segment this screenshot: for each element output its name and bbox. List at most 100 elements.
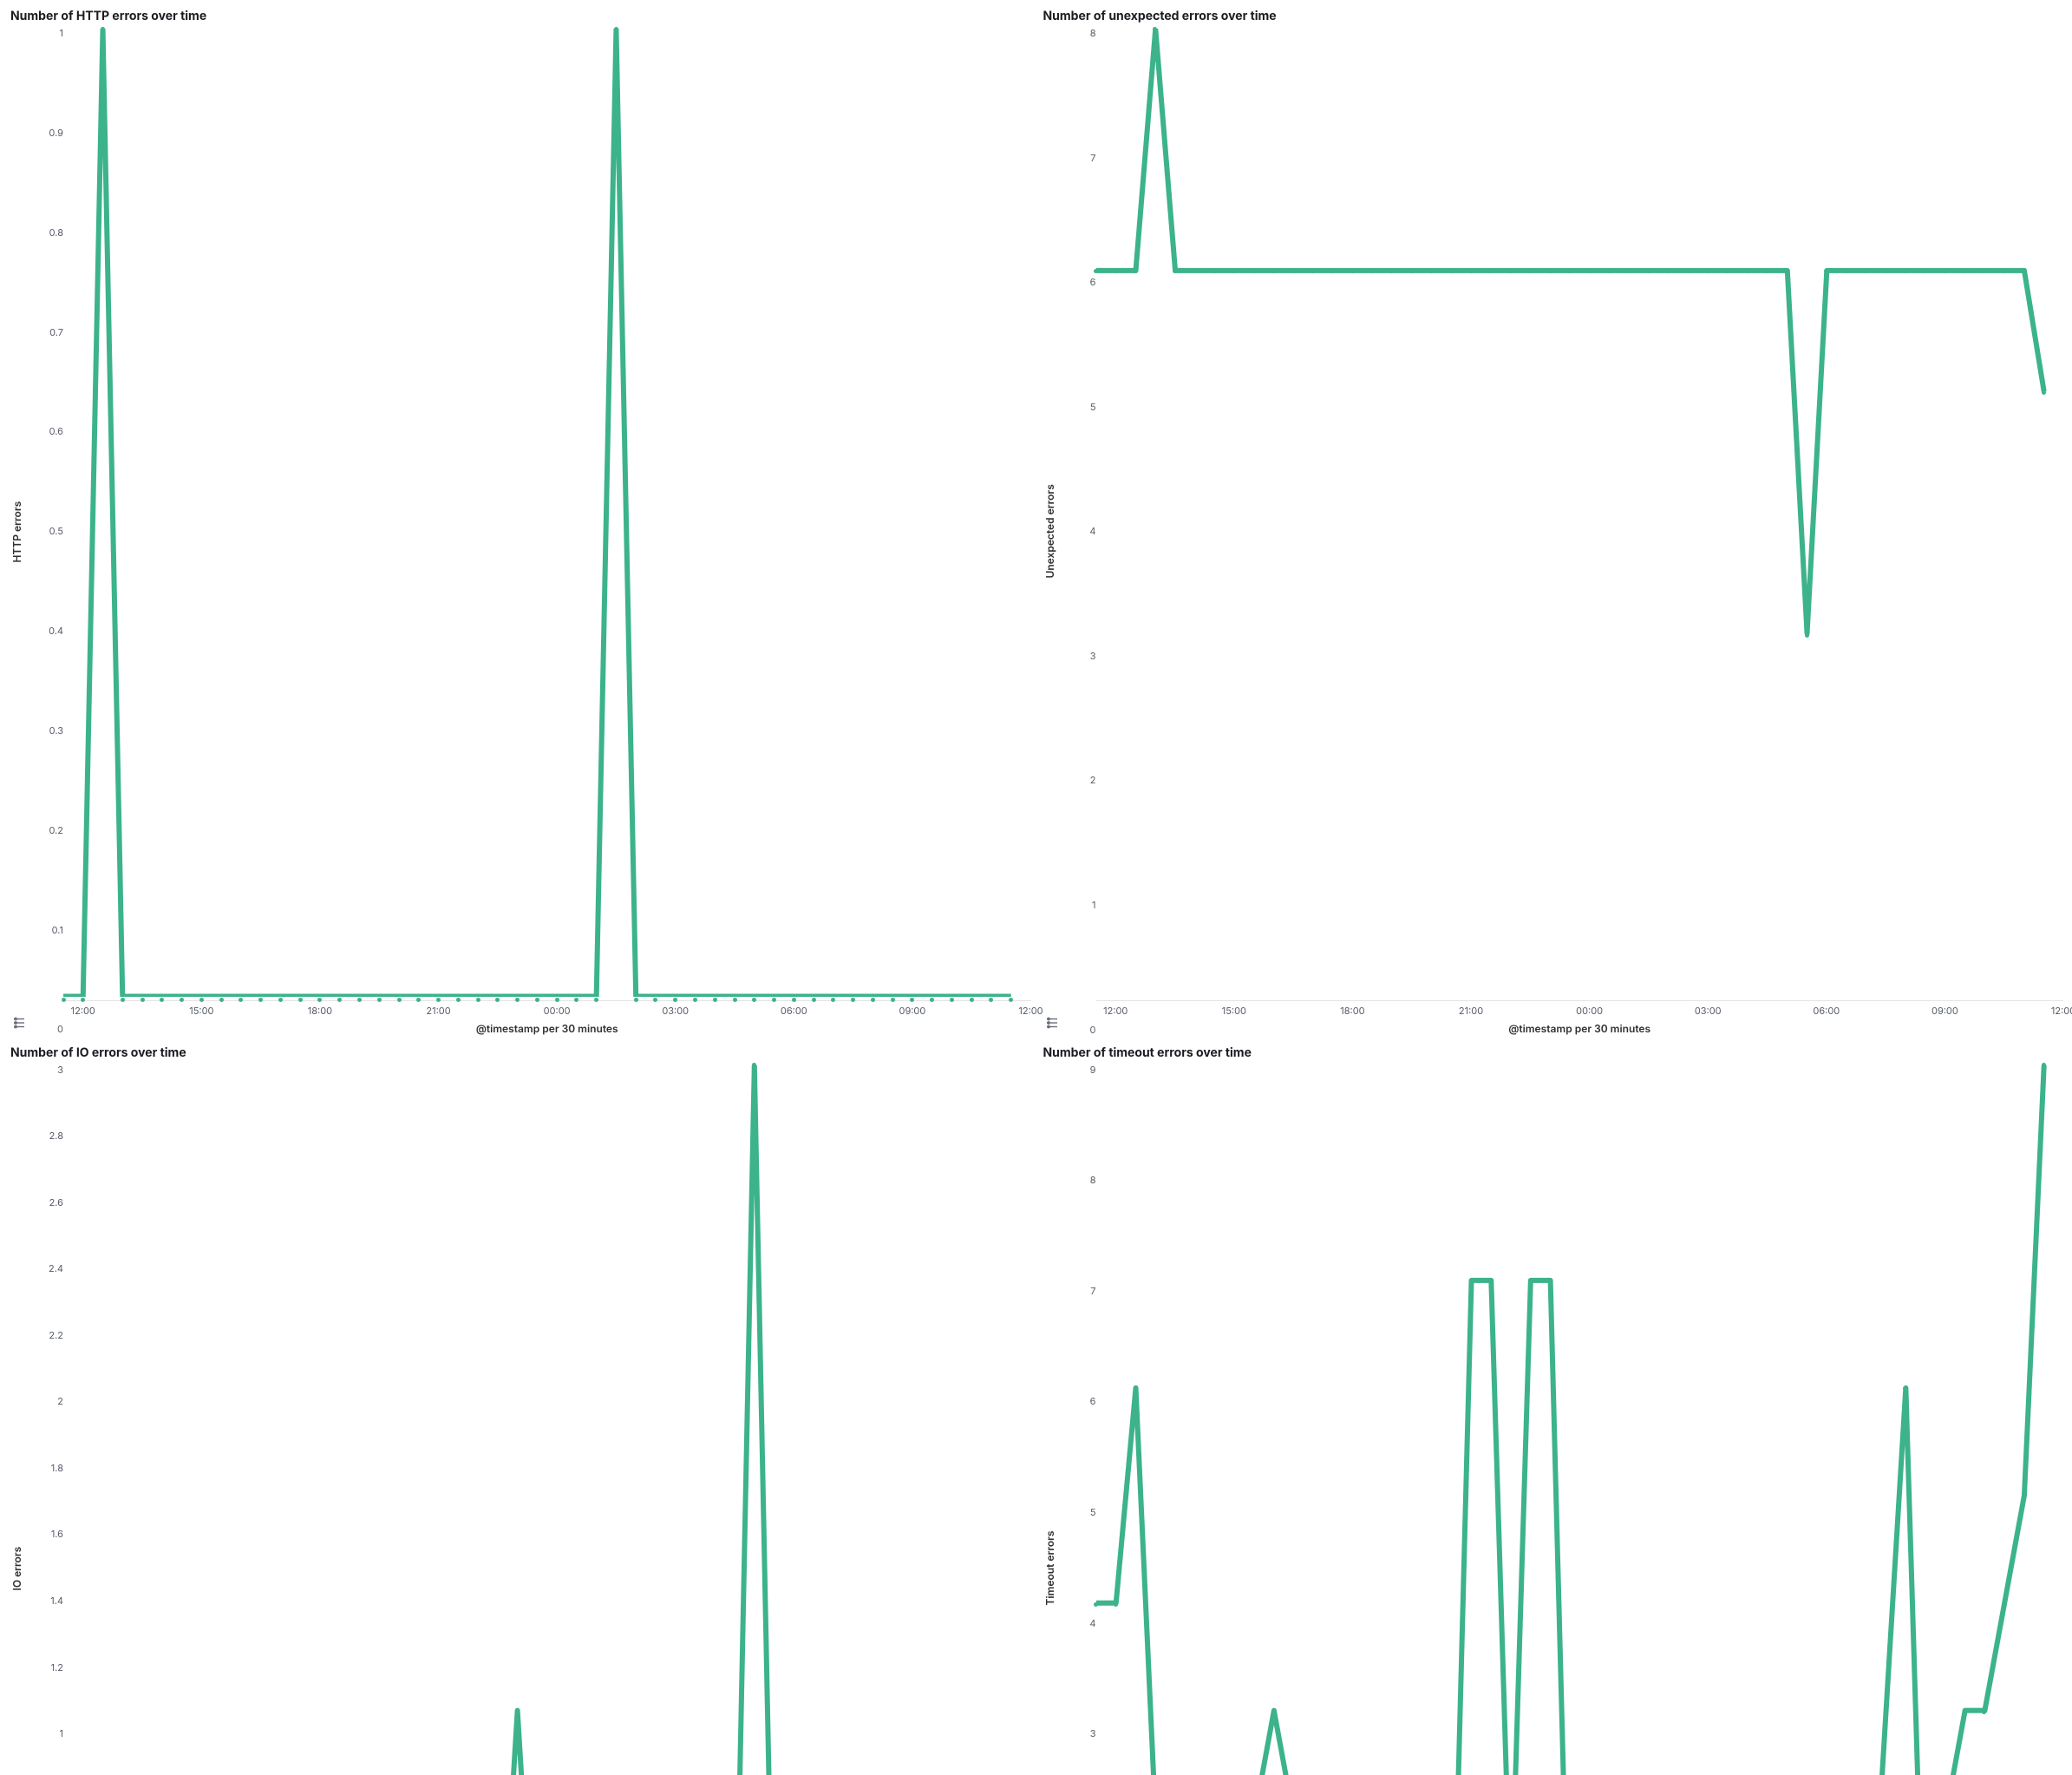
data-point[interactable] <box>2002 1602 2006 1607</box>
data-point[interactable] <box>1903 1386 1907 1391</box>
plot-area[interactable] <box>63 1065 1031 1775</box>
chart-panel-http: Number of HTTP errors over time HTTP erro… <box>9 9 1031 1035</box>
chart-area[interactable]: Unexpected errors87654321012:0015:0018:0… <box>1042 29 2064 1035</box>
x-tick-label: 12:00 <box>1018 1005 1043 1017</box>
data-point[interactable] <box>2042 1063 2046 1067</box>
data-point[interactable] <box>2002 269 2006 273</box>
data-point[interactable] <box>1646 269 1650 273</box>
data-point[interactable] <box>1449 269 1454 273</box>
panel-title: Number of HTTP errors over time <box>10 9 1031 23</box>
data-point[interactable] <box>1982 1710 1986 1714</box>
legend-toggle-icon[interactable] <box>1045 1016 1059 1033</box>
data-point[interactable] <box>1409 269 1414 273</box>
data-point[interactable] <box>1785 269 1789 273</box>
y-tick-label: 3 <box>49 1065 63 1075</box>
y-tick-label: 4 <box>1089 1619 1095 1628</box>
legend-toggle-icon[interactable] <box>12 1016 26 1033</box>
data-point[interactable] <box>1311 269 1315 273</box>
data-point[interactable] <box>1943 269 1947 273</box>
data-point[interactable] <box>1508 269 1513 273</box>
data-point[interactable] <box>2022 269 2026 273</box>
y-tick-label: 0 <box>1089 1025 1095 1035</box>
data-point[interactable] <box>1982 269 1986 273</box>
data-point[interactable] <box>1805 633 1809 638</box>
data-point[interactable] <box>2042 390 2046 395</box>
data-point[interactable] <box>515 1710 520 1714</box>
chart-panel-unexpected: Number of unexpected errors over timeUne… <box>1042 9 2064 1035</box>
data-point[interactable] <box>1923 269 1927 273</box>
data-point[interactable] <box>1587 269 1592 273</box>
data-point[interactable] <box>1134 269 1138 273</box>
plot-area[interactable] <box>63 29 1031 1001</box>
data-point[interactable] <box>1963 1710 1967 1714</box>
data-point[interactable] <box>1193 269 1197 273</box>
y-tick-label: 6 <box>1089 1397 1095 1406</box>
data-point[interactable] <box>1884 269 1888 273</box>
data-point[interactable] <box>1765 269 1769 273</box>
plot-area[interactable] <box>1096 1065 2064 1775</box>
panel-title: Number of timeout errors over time <box>1043 1045 2064 1060</box>
data-point[interactable] <box>1114 269 1118 273</box>
data-point[interactable] <box>614 27 618 31</box>
data-point[interactable] <box>1666 269 1670 273</box>
data-point[interactable] <box>1745 269 1749 273</box>
data-point[interactable] <box>1903 269 1907 273</box>
data-point[interactable] <box>1330 269 1335 273</box>
x-axis-label: @timestamp per 30 minutes <box>63 1022 1031 1035</box>
x-tick-label: 15:00 <box>1222 1005 1246 1017</box>
data-point[interactable] <box>1370 269 1375 273</box>
data-point[interactable] <box>1291 269 1296 273</box>
data-point[interactable] <box>1271 269 1276 273</box>
data-point[interactable] <box>1252 269 1256 273</box>
data-point[interactable] <box>1824 269 1828 273</box>
data-point[interactable] <box>101 27 105 31</box>
x-tick-label: 18:00 <box>308 1005 332 1017</box>
data-point[interactable] <box>1094 1602 1098 1607</box>
data-point[interactable] <box>1429 269 1434 273</box>
data-point[interactable] <box>1271 1710 1276 1714</box>
x-tick-label: 18:00 <box>1340 1005 1364 1017</box>
y-axis-label: Unexpected errors <box>1042 29 1058 1035</box>
y-tick-label: 8 <box>1089 29 1095 38</box>
data-point[interactable] <box>1627 269 1631 273</box>
data-point[interactable] <box>1114 1602 1118 1607</box>
data-point[interactable] <box>1153 27 1157 31</box>
data-point[interactable] <box>1706 269 1710 273</box>
y-axis-label: HTTP errors <box>9 29 25 1035</box>
data-point[interactable] <box>1567 269 1572 273</box>
data-point[interactable] <box>1548 269 1552 273</box>
data-point[interactable] <box>1212 269 1217 273</box>
data-point[interactable] <box>1844 269 1848 273</box>
data-point[interactable] <box>1686 269 1690 273</box>
data-point[interactable] <box>1963 269 1967 273</box>
data-point[interactable] <box>1488 1279 1493 1283</box>
data-point[interactable] <box>1607 269 1611 273</box>
data-point[interactable] <box>1864 269 1868 273</box>
data-point[interactable] <box>1469 1279 1474 1283</box>
data-point[interactable] <box>1725 269 1729 273</box>
chart-area[interactable]: IO errors32.82.62.42.221.81.61.41.210.80… <box>9 1065 1031 1775</box>
data-point[interactable] <box>1173 269 1177 273</box>
plot-area[interactable] <box>1096 29 2064 1001</box>
chart-area[interactable]: Timeout errors987654321012:0015:0018:002… <box>1042 1065 2064 1775</box>
data-point[interactable] <box>1350 269 1355 273</box>
y-tick-label: 2.4 <box>49 1264 63 1274</box>
data-point[interactable] <box>1134 1386 1138 1391</box>
x-tick-label: 06:00 <box>1813 1005 1840 1017</box>
chart-panel-io: Number of IO errors over timeIO errors32… <box>9 1045 1031 1775</box>
y-tick-label: 7 <box>1089 154 1095 163</box>
data-point[interactable] <box>2022 1495 2026 1499</box>
chart-area[interactable]: HTTP errors10.90.80.70.60.50.40.30.20.10… <box>9 29 1031 1035</box>
data-point[interactable] <box>752 1063 756 1067</box>
data-point[interactable] <box>1094 269 1098 273</box>
y-tick-label: 9 <box>1089 1065 1095 1075</box>
x-tick-label: 06:00 <box>781 1005 807 1017</box>
data-point[interactable] <box>1528 1279 1533 1283</box>
data-point[interactable] <box>1232 269 1236 273</box>
data-point[interactable] <box>1389 269 1394 273</box>
data-point[interactable] <box>1884 1710 1888 1714</box>
data-point[interactable] <box>1469 269 1474 273</box>
data-point[interactable] <box>1528 269 1533 273</box>
data-point[interactable] <box>1548 1279 1552 1283</box>
data-point[interactable] <box>1488 269 1493 273</box>
